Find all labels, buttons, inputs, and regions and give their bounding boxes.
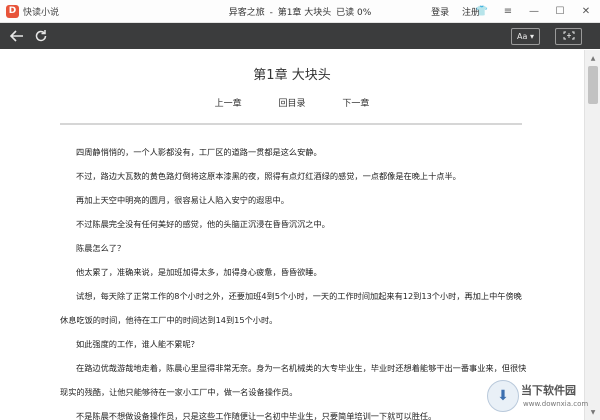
site-watermark: ⬇ 当下软件园 www.downxia.com (483, 378, 588, 416)
divider (60, 123, 522, 125)
fullscreen-button[interactable] (555, 28, 582, 45)
window-controls: 👕 ≡ — ☐ ✕ (466, 3, 596, 19)
paragraph: 在路边优哉游哉地走着，陈晨心里显得非常无奈。身为一名机械类的大专毕业生，毕业时还… (60, 363, 527, 397)
paragraph: 陈晨怎么了？ (76, 243, 126, 253)
watermark-title: 当下软件园 (521, 384, 576, 397)
watermark-url: www.downxia.com (523, 400, 589, 408)
login-link[interactable]: 登录 (431, 8, 449, 18)
paragraph: 不过，路边大瓦数的黄色路灯倒将这原本漆黑的夜，照得有点灯红酒绿的感觉，一点都像是… (76, 171, 461, 181)
paragraph: 不是陈晨不想做设备操作员，只是这些工作随便让一名初中毕业生，只要简单培训一下就可… (76, 411, 437, 420)
table-of-contents-link[interactable]: 回目录 (278, 96, 305, 109)
chapter-navigation: 上一章 回目录 下一章 (0, 96, 584, 109)
paragraph: 再加上天空中明亮的圆月，很容易让人陷入安宁的遐思中。 (76, 195, 289, 205)
chapter-text: 四周静悄悄的，一个人影都没有，工厂区的道路一贯都是这么安静。 不过，路边大瓦数的… (60, 140, 530, 420)
reading-pane: 第1章 大块头 上一章 回目录 下一章 四周静悄悄的，一个人影都没有，工厂区的道… (0, 50, 584, 420)
close-icon[interactable]: ✕ (576, 3, 596, 19)
refresh-icon[interactable] (32, 27, 50, 45)
paragraph: 不过陈晨完全没有任何美好的感觉，他的头脑正沉浸在昏昏沉沉之中。 (76, 219, 330, 229)
next-chapter-link[interactable]: 下一章 (342, 96, 369, 109)
fullscreen-icon (563, 31, 575, 42)
book-title: 异客之旅 (228, 8, 265, 18)
paragraph: 四周静悄悄的，一个人影都没有，工厂区的道路一贯都是这么安静。 (76, 147, 322, 157)
paragraph: 他太累了，准确来说，是加班加得太多，加得身心疲惫，昏昏欲睡。 (76, 267, 322, 277)
back-arrow-icon[interactable] (8, 27, 26, 45)
menu-icon[interactable]: ≡ (498, 3, 518, 19)
scroll-up-icon[interactable]: ▲ (585, 52, 600, 64)
chapter-title: 第1章 大块头 (253, 68, 331, 83)
title-separator: - (269, 8, 273, 18)
maximize-icon[interactable]: ☐ (550, 3, 570, 19)
download-arrow-icon: ⬇ (487, 380, 519, 412)
reader-toolbar: Aa ▾ (0, 23, 600, 49)
minimize-icon[interactable]: — (524, 3, 544, 19)
skin-icon[interactable]: 👕 (472, 3, 492, 19)
prev-chapter-link[interactable]: 上一章 (215, 96, 242, 109)
title-bar: D 快读小说 异客之旅 - 第1章 大块头 已读 0% 登录 注册 👕 ≡ — … (0, 0, 600, 23)
current-chapter: 第1章 大块头 (277, 8, 332, 18)
read-progress: 已读 0% (336, 8, 372, 18)
paragraph: 试想，每天除了正常工作的8个小时之外，还要加班4到5个小时，一天的工作时间加起来… (60, 291, 522, 325)
vertical-scrollbar[interactable]: ▲ ▼ (584, 50, 600, 420)
scroll-thumb[interactable] (588, 66, 598, 104)
paragraph: 如此强度的工作，谁人能不累呢？ (76, 339, 199, 349)
font-size-button[interactable]: Aa ▾ (511, 28, 540, 45)
